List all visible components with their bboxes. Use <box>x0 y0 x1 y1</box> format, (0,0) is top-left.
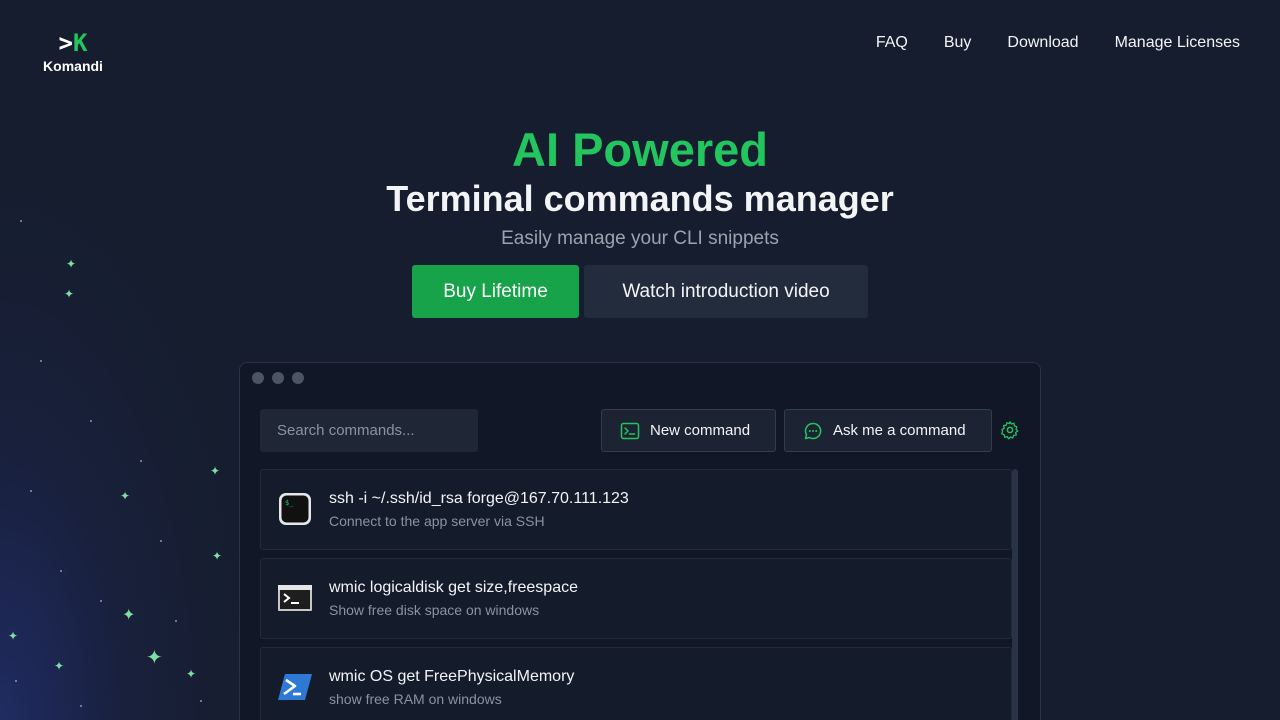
command-row[interactable]: $_ ssh -i ~/.ssh/id_rsa forge@167.70.111… <box>260 469 1012 550</box>
star-icon: ✦ <box>210 464 221 478</box>
command-description: Connect to the app server via SSH <box>329 513 545 529</box>
hero-cta-group: Buy Lifetime Watch introduction video <box>412 265 868 318</box>
chat-bubble-icon <box>804 422 822 439</box>
window-controls <box>252 372 304 384</box>
star-icon: ✦ <box>146 647 163 669</box>
search-input[interactable] <box>260 409 478 452</box>
command-description: Show free disk space on windows <box>329 602 540 618</box>
command-text: ssh -i ~/.ssh/id_rsa forge@167.70.111.12… <box>329 490 629 507</box>
nav-link-manage-licenses[interactable]: Manage Licenses <box>1115 34 1240 52</box>
new-command-label: New command <box>650 422 751 439</box>
logo-mark: >K <box>58 29 88 57</box>
command-text: wmic logicaldisk get size,freespace <box>329 579 578 596</box>
window-dot[interactable] <box>272 372 284 384</box>
gear-icon[interactable] <box>1000 420 1020 440</box>
star-icon: ✦ <box>64 287 75 301</box>
star-icon: ✦ <box>122 607 136 624</box>
new-command-button[interactable]: New command <box>601 409 776 452</box>
command-text: wmic OS get FreePhysicalMemory <box>329 668 575 685</box>
brand-name: Komandi <box>43 58 103 74</box>
hero-subtitle: Easily manage your CLI snippets <box>501 228 779 249</box>
terminal-icon: $_ <box>279 493 311 525</box>
terminal-icon <box>620 422 640 439</box>
hero: AI Powered Terminal commands manager Eas… <box>0 122 1280 250</box>
hero-title: Terminal commands manager <box>386 178 894 219</box>
buy-lifetime-button[interactable]: Buy Lifetime <box>412 265 579 318</box>
star-icon: ✦ <box>120 489 131 503</box>
star-icon: ✦ <box>8 629 19 643</box>
command-row[interactable]: wmic logicaldisk get size,freespace Show… <box>260 558 1012 639</box>
star-icon: ✦ <box>186 667 197 681</box>
svg-text:$_: $_ <box>285 499 294 507</box>
nav-link-buy[interactable]: Buy <box>944 34 972 52</box>
cmd-icon <box>278 585 312 611</box>
top-nav: FAQ Buy Download Manage Licenses <box>876 34 1240 52</box>
command-description: show free RAM on windows <box>329 691 502 707</box>
nav-link-faq[interactable]: FAQ <box>876 34 908 52</box>
scrollbar[interactable] <box>1012 469 1018 720</box>
watch-video-button[interactable]: Watch introduction video <box>584 265 868 318</box>
command-list: $_ ssh -i ~/.ssh/id_rsa forge@167.70.111… <box>260 469 1012 720</box>
ask-command-button[interactable]: Ask me a command <box>784 409 992 452</box>
star-icon: ✦ <box>212 549 223 563</box>
star-icon: ✦ <box>66 257 77 271</box>
star-icon: ✦ <box>54 659 65 673</box>
powershell-icon <box>278 674 312 700</box>
brand-logo[interactable]: >K Komandi <box>40 30 106 74</box>
hero-accent-heading: AI Powered <box>512 123 768 176</box>
ask-command-label: Ask me a command <box>833 422 966 439</box>
command-row[interactable]: wmic OS get FreePhysicalMemory show free… <box>260 647 1012 720</box>
window-dot[interactable] <box>252 372 264 384</box>
window-dot[interactable] <box>292 372 304 384</box>
nav-link-download[interactable]: Download <box>1007 34 1078 52</box>
app-window: New command Ask me a command $_ ssh -i ~… <box>239 362 1041 720</box>
